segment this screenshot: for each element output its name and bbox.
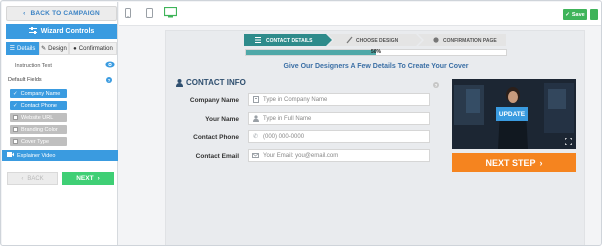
field-toggle-company-name[interactable]: ✓ Company Name (10, 89, 67, 98)
field-toggle-contact-phone[interactable]: ✓ Contact Phone (10, 101, 67, 110)
company-name-label: Company Name (189, 97, 239, 104)
chevron-left-icon: ‹ (23, 10, 26, 17)
phone-icon: ✆ (252, 134, 259, 140)
user-icon (252, 115, 259, 122)
explainer-video-label: Explainer Video (17, 152, 56, 159)
tab-design[interactable]: ✎ Design (39, 42, 69, 55)
full-name-input[interactable]: Type in Full Name (248, 112, 430, 125)
progress-bar: 50% (245, 49, 507, 56)
field-label: Cover Type (21, 138, 50, 145)
app-window: ‹ BACK TO CAMPAIGN Wizard Controls ☰ Det… (0, 0, 602, 246)
progress-label: 50% (370, 49, 381, 55)
contact-email-placeholder: Your Email: you@email.com (263, 152, 339, 159)
contact-info-title: CONTACT INFO (176, 78, 246, 87)
contact-email-input[interactable]: Your Email: you@email.com (248, 149, 430, 162)
update-button[interactable]: UPDATE (496, 107, 528, 121)
back-button-label: BACK (27, 175, 44, 182)
pencil-icon: ✎ (41, 46, 47, 52)
checkbox-icon (13, 139, 18, 144)
sliders-icon (28, 27, 37, 36)
fullscreen-icon[interactable] (565, 138, 572, 145)
sidebar-tabs: ☰ Details ✎ Design ● Confirmation (6, 42, 117, 55)
default-fields-label: Default Fields (8, 77, 42, 83)
explainer-video-preview[interactable]: UPDATE (452, 79, 576, 149)
full-name-placeholder: Type in Full Name (263, 115, 312, 122)
field-label: Branding Color (21, 126, 58, 133)
envelope-icon (252, 152, 259, 159)
step-choose-design[interactable]: CHOOSE DESIGN (356, 38, 399, 44)
check-icon: ✓ (565, 11, 570, 18)
back-button[interactable]: ‹ BACK (7, 172, 58, 185)
next-step-button[interactable]: NEXT STEP › (452, 153, 576, 172)
wizard-sidebar: ‹ BACK TO CAMPAIGN Wizard Controls ☰ Det… (2, 2, 118, 245)
wizard-preview-canvas: CONTACT DETAILS CHOOSE DESIGN CONFIRMATI… (165, 30, 585, 245)
chevron-right-icon: › (97, 175, 100, 182)
contact-email-label: Contact Email (195, 153, 239, 160)
circle-icon (433, 37, 439, 43)
mobile-preview-icon[interactable] (125, 8, 131, 18)
back-to-campaign-label: BACK TO CAMPAIGN (30, 10, 100, 17)
check-icon: ✓ (13, 90, 18, 97)
field-label: Company Name (20, 90, 61, 97)
wizard-steps: CONTACT DETAILS CHOOSE DESIGN CONFIRMATI… (244, 34, 506, 46)
help-icon[interactable]: ? (106, 77, 112, 83)
chevron-right-icon: › (539, 157, 543, 168)
wizard-headline: Give Our Designers A Few Details To Crea… (283, 63, 469, 70)
your-name-label: Your Name (205, 116, 239, 123)
step-contact-details[interactable]: CONTACT DETAILS (266, 38, 313, 44)
checkbox-icon (13, 115, 18, 120)
next-button-label: NEXT (76, 175, 94, 182)
checkbox-icon (13, 127, 18, 132)
check-icon: ✓ (13, 102, 18, 109)
explainer-video-item[interactable]: Explainer Video (2, 150, 118, 161)
tab-details[interactable]: ☰ Details (6, 42, 39, 55)
instruction-text-label: Instruction Text (15, 63, 52, 69)
back-to-campaign-button[interactable]: ‹ BACK TO CAMPAIGN (6, 6, 117, 21)
wizard-controls-header: Wizard Controls (6, 24, 117, 39)
field-label: Contact Phone (20, 102, 57, 109)
save-label: Save (571, 11, 585, 18)
contact-phone-placeholder: (000) 000-0000 (263, 133, 305, 140)
field-toggle-website-url[interactable]: Website URL (10, 113, 67, 122)
next-step-label: NEXT STEP (485, 157, 536, 168)
tablet-preview-icon[interactable] (146, 8, 153, 18)
save-options-button[interactable] (590, 9, 598, 20)
list-icon: ☰ (9, 46, 16, 52)
company-name-input[interactable]: Type in Company Name (248, 93, 430, 106)
help-icon[interactable]: ? (433, 82, 439, 88)
eye-icon[interactable] (105, 61, 115, 68)
save-button[interactable]: ✓ Save (563, 9, 587, 20)
tab-confirmation-label: Confirmation (78, 45, 113, 52)
field-toggle-cover-type[interactable]: Cover Type (10, 137, 67, 146)
tab-confirmation[interactable]: ● Confirmation (69, 42, 117, 55)
video-icon (7, 152, 14, 159)
tab-details-label: Details (17, 45, 36, 52)
wizard-controls-title: Wizard Controls (40, 28, 95, 35)
tab-design-label: Design (48, 45, 67, 52)
top-toolbar: ✓ Save (119, 2, 601, 26)
contact-phone-input[interactable]: ✆ (000) 000-0000 (248, 130, 430, 143)
field-label: Website URL (21, 114, 54, 121)
chevron-left-icon: ‹ (21, 175, 24, 182)
desktop-preview-icon[interactable] (164, 7, 177, 18)
company-name-placeholder: Type in Company Name (263, 96, 328, 103)
contact-info-label: CONTACT INFO (186, 78, 246, 87)
step-confirmation-page[interactable]: CONFIRMATION PAGE (443, 38, 497, 44)
next-button[interactable]: NEXT › (62, 172, 114, 185)
circle-icon: ● (73, 45, 77, 52)
building-icon (252, 96, 259, 103)
contact-phone-label: Contact Phone (193, 134, 239, 141)
field-toggle-branding-color[interactable]: Branding Color (10, 125, 67, 134)
user-icon (176, 78, 183, 87)
